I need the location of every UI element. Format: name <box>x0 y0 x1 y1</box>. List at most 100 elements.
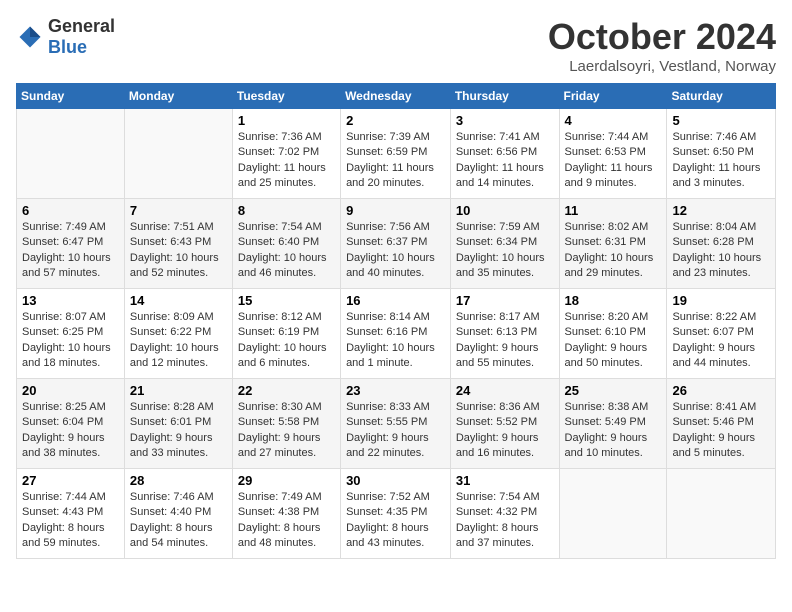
weekday-header-friday: Friday <box>559 84 667 109</box>
day-number: 26 <box>672 383 770 398</box>
day-info-line: Sunset: 6:43 PM <box>130 235 227 250</box>
calendar-cell: 22 Sunrise: 8:30 AMSunset: 5:58 PMDayligh… <box>232 379 340 469</box>
day-info-line: Sunset: 6:10 PM <box>565 325 662 340</box>
day-info-line: Daylight: 10 hours and 57 minutes. <box>22 251 119 282</box>
location: Laerdalsoyri, Vestland, Norway <box>548 58 776 75</box>
day-info-line: Sunrise: 8:30 AM <box>238 400 335 415</box>
day-number: 31 <box>456 473 554 488</box>
day-info-line: Sunrise: 7:59 AM <box>456 220 554 235</box>
page-header: General Blue October 2024 Laerdalsoyri, … <box>16 16 776 75</box>
day-info: Sunrise: 8:30 AMSunset: 5:58 PMDaylight:… <box>238 400 335 462</box>
day-number: 16 <box>346 293 445 308</box>
day-info: Sunrise: 8:17 AMSunset: 6:13 PMDaylight:… <box>456 310 554 372</box>
day-number: 13 <box>22 293 119 308</box>
day-info-line: Sunset: 6:37 PM <box>346 235 445 250</box>
day-info-line: Sunset: 4:43 PM <box>22 505 119 520</box>
day-info-line: Daylight: 9 hours and 44 minutes. <box>672 341 770 372</box>
day-number: 10 <box>456 203 554 218</box>
day-info-line: Daylight: 9 hours and 5 minutes. <box>672 431 770 462</box>
day-info-line: Daylight: 10 hours and 35 minutes. <box>456 251 554 282</box>
calendar-table: SundayMondayTuesdayWednesdayThursdayFrid… <box>16 83 776 559</box>
day-info: Sunrise: 7:46 AMSunset: 4:40 PMDaylight:… <box>130 490 227 552</box>
day-info-line: Daylight: 10 hours and 29 minutes. <box>565 251 662 282</box>
day-number: 6 <box>22 203 119 218</box>
day-info: Sunrise: 8:33 AMSunset: 5:55 PMDaylight:… <box>346 400 445 462</box>
day-info: Sunrise: 8:28 AMSunset: 6:01 PMDaylight:… <box>130 400 227 462</box>
calendar-cell <box>124 109 232 199</box>
weekday-header-tuesday: Tuesday <box>232 84 340 109</box>
day-info-line: Sunrise: 7:49 AM <box>22 220 119 235</box>
day-info-line: Sunrise: 7:54 AM <box>238 220 335 235</box>
day-info-line: Daylight: 9 hours and 38 minutes. <box>22 431 119 462</box>
day-info: Sunrise: 8:02 AMSunset: 6:31 PMDaylight:… <box>565 220 662 282</box>
day-info-line: Sunrise: 7:39 AM <box>346 130 445 145</box>
day-info-line: Sunset: 6:16 PM <box>346 325 445 340</box>
calendar-cell <box>17 109 125 199</box>
day-info-line: Sunset: 5:46 PM <box>672 415 770 430</box>
day-info-line: Daylight: 9 hours and 33 minutes. <box>130 431 227 462</box>
day-info-line: Sunrise: 7:44 AM <box>22 490 119 505</box>
calendar-cell: 17Sunrise: 8:17 AMSunset: 6:13 PMDayligh… <box>450 289 559 379</box>
day-info: Sunrise: 7:54 AMSunset: 6:40 PMDaylight:… <box>238 220 335 282</box>
calendar-cell: 19Sunrise: 8:22 AMSunset: 6:07 PMDayligh… <box>667 289 776 379</box>
day-number: 20 <box>22 383 119 398</box>
day-info-line: Sunrise: 7:56 AM <box>346 220 445 235</box>
day-info: Sunrise: 8:14 AMSunset: 6:16 PMDaylight:… <box>346 310 445 372</box>
calendar-cell: 27Sunrise: 7:44 AMSunset: 4:43 PMDayligh… <box>17 469 125 559</box>
day-info-line: Sunset: 6:34 PM <box>456 235 554 250</box>
day-number: 27 <box>22 473 119 488</box>
day-number: 22 <box>238 383 335 398</box>
day-info-line: Sunset: 6:53 PM <box>565 145 662 160</box>
calendar-cell: 3Sunrise: 7:41 AMSunset: 6:56 PMDaylight… <box>450 109 559 199</box>
day-info-line: Sunset: 6:31 PM <box>565 235 662 250</box>
day-info-line: Sunset: 6:40 PM <box>238 235 335 250</box>
calendar-cell: 31Sunrise: 7:54 AMSunset: 4:32 PMDayligh… <box>450 469 559 559</box>
day-info-line: Daylight: 11 hours and 9 minutes. <box>565 161 662 192</box>
day-info-line: Daylight: 8 hours and 37 minutes. <box>456 521 554 552</box>
day-info-line: Sunset: 6:19 PM <box>238 325 335 340</box>
day-number: 2 <box>346 113 445 128</box>
day-number: 12 <box>672 203 770 218</box>
calendar-cell: 6Sunrise: 7:49 AMSunset: 6:47 PMDaylight… <box>17 199 125 289</box>
day-info-line: Daylight: 9 hours and 55 minutes. <box>456 341 554 372</box>
calendar-cell: 29Sunrise: 7:49 AMSunset: 4:38 PMDayligh… <box>232 469 340 559</box>
day-info: Sunrise: 8:41 AMSunset: 5:46 PMDaylight:… <box>672 400 770 462</box>
day-info-line: Sunset: 5:58 PM <box>238 415 335 430</box>
day-info-line: Sunset: 4:32 PM <box>456 505 554 520</box>
day-info-line: Sunset: 6:22 PM <box>130 325 227 340</box>
day-info: Sunrise: 8:36 AMSunset: 5:52 PMDaylight:… <box>456 400 554 462</box>
calendar-cell: 1Sunrise: 7:36 AMSunset: 7:02 PMDaylight… <box>232 109 340 199</box>
day-number: 1 <box>238 113 335 128</box>
calendar-cell: 2Sunrise: 7:39 AMSunset: 6:59 PMDaylight… <box>341 109 451 199</box>
weekday-header-thursday: Thursday <box>450 84 559 109</box>
day-info-line: Daylight: 10 hours and 40 minutes. <box>346 251 445 282</box>
day-info: Sunrise: 7:51 AMSunset: 6:43 PMDaylight:… <box>130 220 227 282</box>
calendar-cell: 8Sunrise: 7:54 AMSunset: 6:40 PMDaylight… <box>232 199 340 289</box>
logo: General Blue <box>16 16 115 58</box>
weekday-header-saturday: Saturday <box>667 84 776 109</box>
day-number: 9 <box>346 203 445 218</box>
calendar-week-3: 13 Sunrise: 8:07 AMSunset: 6:25 PMDayligh… <box>17 289 776 379</box>
logo-icon <box>16 23 44 51</box>
day-number: 15 <box>238 293 335 308</box>
title-block: October 2024 Laerdalsoyri, Vestland, Nor… <box>548 16 776 75</box>
day-number: 25 <box>565 383 662 398</box>
day-number: 28 <box>130 473 227 488</box>
day-info-line: Sunset: 6:56 PM <box>456 145 554 160</box>
day-info-line: Sunrise: 7:41 AM <box>456 130 554 145</box>
day-info-line: Sunrise: 8:20 AM <box>565 310 662 325</box>
logo-blue: Blue <box>48 37 87 57</box>
day-info-line: Sunset: 6:01 PM <box>130 415 227 430</box>
day-info-line: Sunrise: 8:17 AM <box>456 310 554 325</box>
day-info-line: Daylight: 10 hours and 18 minutes. <box>22 341 119 372</box>
calendar-cell <box>667 469 776 559</box>
calendar-cell: 5Sunrise: 7:46 AMSunset: 6:50 PMDaylight… <box>667 109 776 199</box>
day-info-line: Sunrise: 7:52 AM <box>346 490 445 505</box>
day-info-line: Sunrise: 8:28 AM <box>130 400 227 415</box>
day-info-line: Sunrise: 7:36 AM <box>238 130 335 145</box>
logo-general: General <box>48 16 115 36</box>
day-info: Sunrise: 7:44 AMSunset: 6:53 PMDaylight:… <box>565 130 662 192</box>
day-number: 11 <box>565 203 662 218</box>
day-info: Sunrise: 8:38 AMSunset: 5:49 PMDaylight:… <box>565 400 662 462</box>
day-info: Sunrise: 8:07 AMSunset: 6:25 PMDaylight:… <box>22 310 119 372</box>
